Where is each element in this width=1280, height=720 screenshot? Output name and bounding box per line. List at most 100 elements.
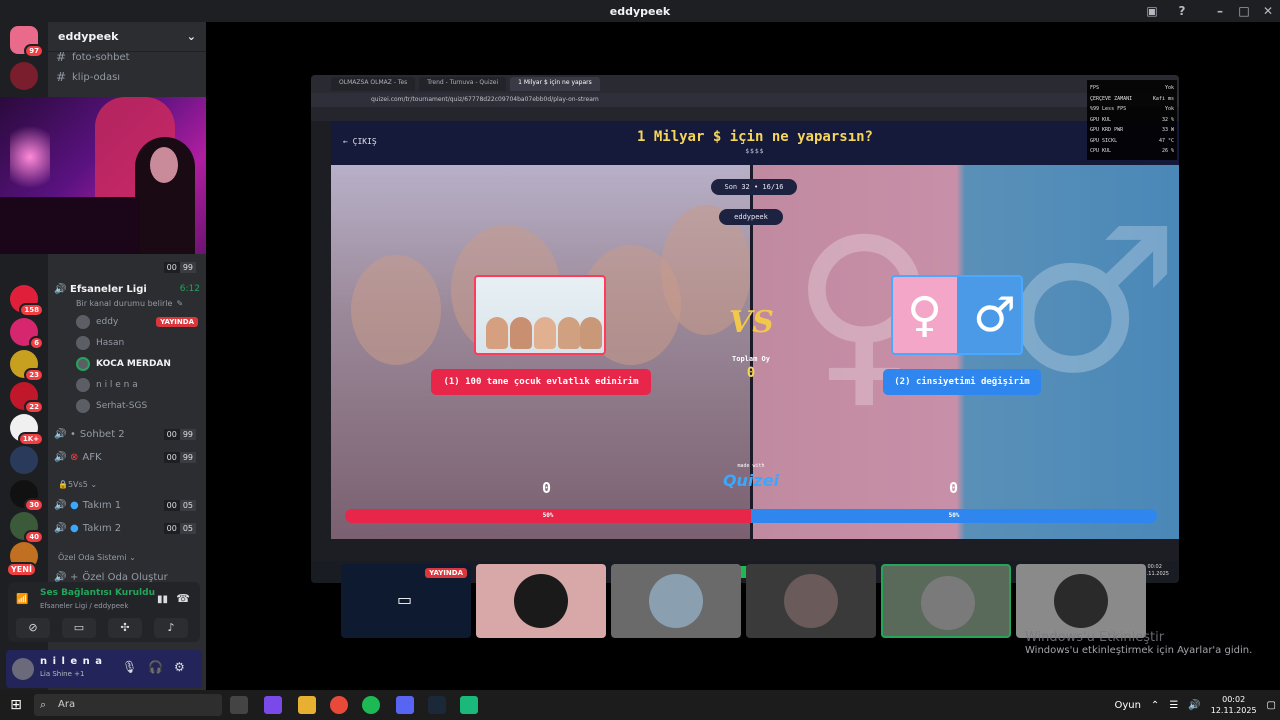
server-icon[interactable]: 97 xyxy=(10,26,44,58)
browser-tab-bar: OLMAZSA OLMAZ - Tes Trend - Turnuva - Qu… xyxy=(311,75,1179,93)
activation-watermark: Windows'u Etkinleştir Windows'u etkinleş… xyxy=(1025,630,1253,656)
participant-tile-speaking[interactable] xyxy=(881,564,1011,638)
avatar xyxy=(76,399,90,413)
minimize-icon[interactable]: – xyxy=(1212,3,1228,19)
voice-channel[interactable]: 🔊 ● Takım 1 00 05 xyxy=(54,496,200,514)
copilot-icon[interactable] xyxy=(264,696,282,714)
server-icon[interactable]: 158 xyxy=(10,285,44,317)
voice-channel[interactable]: 🔊 ⊗ AFK 00 99 xyxy=(54,448,200,466)
avatar xyxy=(1054,574,1108,628)
file-explorer-icon[interactable] xyxy=(298,696,316,714)
app-icon[interactable] xyxy=(460,696,478,714)
voice-member[interactable]: Serhat-SGS xyxy=(76,398,198,414)
stream-tile[interactable]: YAYINDA ▭ xyxy=(341,564,471,638)
maximize-icon[interactable]: □ xyxy=(1236,3,1252,19)
discord-icon[interactable] xyxy=(396,696,414,714)
chrome-icon[interactable] xyxy=(330,696,348,714)
activities-button[interactable]: ✣ xyxy=(108,618,142,638)
voice-channel[interactable]: 🔊 ● Takım 2 00 05 xyxy=(54,519,200,537)
participant-tile[interactable] xyxy=(1016,564,1146,638)
server-icon[interactable] xyxy=(10,446,38,474)
avatar xyxy=(76,357,90,371)
stream-view[interactable]: OLMAZSA OLMAZ - Tes Trend - Turnuva - Qu… xyxy=(311,75,1179,583)
windows-taskbar: ⊞ ⌕ Ara Oyun ⌃ ☰ 🔊 00:02 12.11.2025 ▢ xyxy=(0,690,1280,720)
headphones-icon[interactable]: 🎧 xyxy=(148,660,163,674)
vote-bar-right: 50% xyxy=(751,509,1157,523)
stream-stage: OLMAZSA OLMAZ - Tes Trend - Turnuva - Qu… xyxy=(206,22,1280,690)
category-header[interactable]: Özel Oda Sistemi ⌄ xyxy=(58,553,136,562)
microphone-icon[interactable]: 🎙 xyxy=(122,660,137,674)
participant-tile[interactable] xyxy=(746,564,876,638)
signal-icon: 📶 xyxy=(16,594,29,605)
category-header[interactable]: 🔒5Vs5 ⌄ xyxy=(58,480,97,489)
quiz-header: ← ÇIKIŞ 1 Milyar $ için ne yaparsın? $$$… xyxy=(331,121,1179,165)
speaker-icon: 🔊 xyxy=(54,451,67,463)
soundboard-button[interactable]: ♪ xyxy=(154,618,188,638)
server-icon[interactable] xyxy=(10,62,38,90)
task-view-icon[interactable] xyxy=(230,696,248,714)
voice-member-speaking[interactable]: KOCA MERDAN xyxy=(76,356,198,372)
spotify-icon[interactable] xyxy=(362,696,380,714)
score-right: 0 xyxy=(949,479,959,497)
bookmarks-bar xyxy=(311,107,1179,121)
text-channel[interactable]: # foto-sohbet xyxy=(56,48,198,66)
speaker-icon: 🔊 xyxy=(54,522,67,534)
text-channel[interactable]: # klip-odası xyxy=(56,68,198,86)
option-image-right[interactable]: ♀ ♂ xyxy=(891,275,1023,355)
settings-icon[interactable]: ⚙ xyxy=(174,660,185,674)
participant-tile[interactable] xyxy=(476,564,606,638)
browser-tab-active[interactable]: 1 Milyar $ için ne yapars xyxy=(510,77,600,91)
option-button-left[interactable]: (1) 100 tane çocuk evlatlık edinirim xyxy=(431,369,651,395)
close-icon[interactable]: ✕ xyxy=(1260,3,1276,19)
voice-status[interactable]: Ses Bağlantısı Kuruldu xyxy=(40,588,155,598)
clock[interactable]: 00:02 12.11.2025 xyxy=(1211,694,1257,716)
new-badge: YENİ xyxy=(6,562,37,577)
browser-tab[interactable]: OLMAZSA OLMAZ - Tes xyxy=(331,77,416,91)
soundboard-icon[interactable]: ▮▮ xyxy=(157,594,168,605)
made-with-label: made with xyxy=(737,463,765,469)
camera-off-button[interactable]: ⊘ xyxy=(16,618,50,638)
participant-tile[interactable] xyxy=(611,564,741,638)
avatar[interactable] xyxy=(12,658,34,680)
voice-member[interactable]: Hasan xyxy=(76,335,198,351)
channel-timer: 6:12 xyxy=(179,284,200,294)
notification-icon[interactable]: ▢ xyxy=(1267,700,1276,711)
performance-overlay: FPS Yok ÇERÇEVE ZAMANI Kafi ms %99 Less FP… xyxy=(1087,80,1177,160)
server-icon[interactable]: 1K+ xyxy=(10,414,44,446)
user-panel: n i l e n a Lia Shine +1 🎙 🎧 ⚙ xyxy=(6,650,202,688)
female-symbol-icon: ♀ xyxy=(907,287,943,343)
inbox-icon[interactable]: ▣ xyxy=(1144,3,1160,19)
help-icon[interactable]: ? xyxy=(1174,3,1190,19)
server-icon[interactable]: 23 xyxy=(10,350,44,382)
screen-share-button[interactable]: ▭ xyxy=(62,618,96,638)
user-activity: Lia Shine +1 xyxy=(40,670,85,678)
voice-channel[interactable]: 🔊 • Sohbet 2 00 99 xyxy=(54,425,200,443)
browser-tab[interactable]: Trend - Turnuva - Quizei xyxy=(419,77,507,91)
option-image-left[interactable] xyxy=(474,275,606,355)
server-icon[interactable]: 40 xyxy=(10,512,44,544)
server-icon[interactable]: 22 xyxy=(10,382,44,414)
chevron-down-icon[interactable]: ⌄ xyxy=(187,30,196,43)
address-bar[interactable]: quizei.com/tr/tournament/quiz/67778d22c0… xyxy=(311,93,1179,107)
server-icon[interactable]: 6 xyxy=(10,318,44,350)
avatar xyxy=(514,574,568,628)
chevron-up-icon[interactable]: ⌃ xyxy=(1151,700,1159,711)
windows-start-icon[interactable]: ⊞ xyxy=(8,697,24,713)
server-icon[interactable]: 30 xyxy=(10,480,44,512)
option-button-right[interactable]: (2) cinsiyetimi değişirim xyxy=(883,369,1041,395)
steam-icon[interactable] xyxy=(428,696,446,714)
system-tray: Oyun ⌃ ☰ 🔊 00:02 12.11.2025 ▢ xyxy=(1114,690,1276,720)
taskbar-search[interactable]: ⌕ Ara xyxy=(34,694,222,716)
voice-location: Efsaneler Ligi / eddypeek xyxy=(40,602,129,610)
quiz-subtitle: $$$$ xyxy=(745,148,765,155)
avatar xyxy=(76,378,90,392)
disconnect-icon[interactable]: ☎ xyxy=(176,592,190,605)
avatar xyxy=(76,315,90,329)
voice-member[interactable]: eddy YAYINDA xyxy=(76,314,198,330)
volume-icon[interactable]: 🔊 xyxy=(1188,700,1200,711)
quiz-title: 1 Milyar $ için ne yaparsın? xyxy=(636,129,873,145)
voice-member[interactable]: n i l e n a xyxy=(76,377,198,393)
network-icon[interactable]: ☰ xyxy=(1169,700,1178,711)
channel-status[interactable]: Bir kanal durumu belirle ✎ xyxy=(76,294,200,312)
game-mode-indicator[interactable]: Oyun xyxy=(1114,700,1140,711)
